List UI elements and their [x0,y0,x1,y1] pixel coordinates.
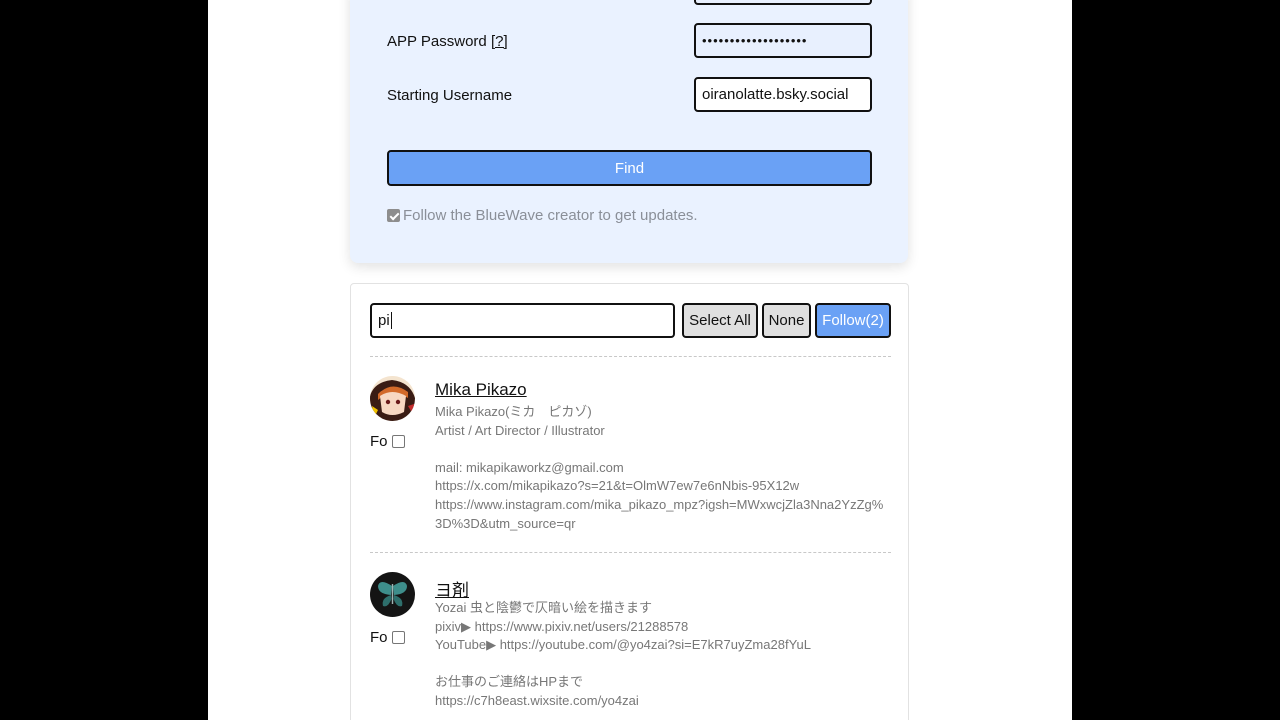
results-card: pi Select All None Follow(2) Fo Mika Pik… [350,283,909,720]
app-password-input[interactable]: ••••••••••••••••••• [694,23,872,58]
starting-username-input[interactable]: oiranolatte.bsky.social [694,77,872,112]
login-card: APP Password [?] ••••••••••••••••••• Sta… [350,0,908,263]
app-password-label-text: APP Password [387,33,487,50]
filter-input[interactable]: pi [370,303,675,338]
starting-username-label: Starting Username [387,87,513,104]
user-select-checkbox[interactable] [391,631,405,644]
fo-select[interactable]: Fo [370,433,405,450]
handle-input[interactable] [694,0,872,5]
follow-button[interactable]: Follow(2) [815,303,891,338]
select-all-button[interactable]: Select All [682,303,758,338]
help-link[interactable]: [?] [491,33,508,50]
avatar-icon [370,376,415,421]
page: APP Password [?] ••••••••••••••••••• Sta… [208,0,1072,720]
user-name-link[interactable]: ヨ剤 [435,576,469,601]
user-name-link[interactable]: Mika Pikazo [435,380,527,400]
text-caret [390,312,392,329]
fo-label: Fo [370,629,388,646]
fo-label: Fo [370,433,388,450]
find-button[interactable]: Find [387,150,872,186]
divider [370,552,891,553]
select-none-button[interactable]: None [762,303,811,338]
user-select-checkbox[interactable] [391,435,405,448]
user-description: Mika Pikazo(ミカ ピカゾ) Artist / Art Directo… [435,404,884,531]
filter-input-value: pi [378,312,390,329]
app-password-label: APP Password [?] [387,33,508,50]
follow-creator-checkbox[interactable] [387,209,400,222]
fo-select[interactable]: Fo [370,629,405,646]
butterfly-icon [370,572,415,617]
divider [370,356,891,357]
follow-creator-label: Follow the BlueWave creator to get updat… [403,207,698,224]
follow-creator-option[interactable]: Follow the BlueWave creator to get updat… [387,207,698,224]
user-description: Yozai 虫と陰鬱で仄暗い絵を描きます pixiv▶ https://www.… [435,600,811,708]
